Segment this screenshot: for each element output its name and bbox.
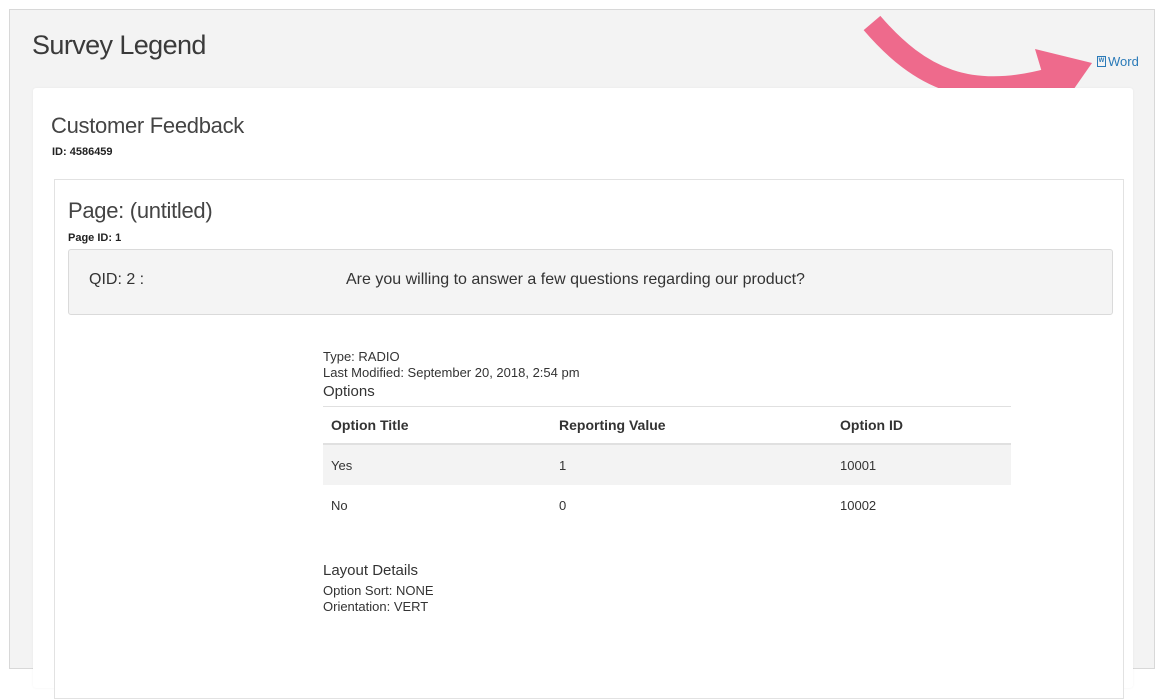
page-panel: Page: (untitled) Page ID: 1 QID: 2 : Are… — [54, 179, 1124, 699]
question-header: QID: 2 : Are you willing to answer a few… — [68, 249, 1113, 315]
survey-name: Customer Feedback — [51, 113, 244, 138]
options-heading: Options — [323, 383, 1011, 407]
options-table-header-row: Option Title Reporting Value Option ID — [323, 407, 1011, 445]
export-word-link[interactable]: W Word — [1097, 54, 1139, 69]
question-type: Type: RADIO — [323, 349, 400, 364]
reporting-value-cell: 0 — [559, 497, 567, 513]
table-row: No 0 10002 — [323, 485, 1011, 525]
survey-card: Customer Feedback ID: 4586459 Page: (unt… — [33, 88, 1133, 699]
survey-id: ID: 4586459 — [52, 146, 113, 158]
option-title-cell: No — [331, 497, 348, 513]
orientation: Orientation: VERT — [323, 599, 429, 614]
survey-legend-window: Survey Legend W Word Customer Feedback I… — [9, 9, 1155, 699]
option-id-cell: 10001 — [832, 444, 1011, 485]
column-header-option-title: Option Title — [323, 407, 551, 445]
page-title: Survey Legend — [32, 30, 206, 60]
question-text: Are you willing to answer a few question… — [346, 271, 805, 288]
question-last-modified: Last Modified: September 20, 2018, 2:54 … — [323, 365, 580, 380]
option-sort: Option Sort: NONE — [323, 583, 434, 598]
reporting-value-cell: 1 — [551, 444, 832, 485]
table-row: Yes 1 10001 — [323, 444, 1011, 485]
page-name: Page: (untitled) — [68, 198, 213, 223]
option-id-cell: 10002 — [840, 497, 877, 513]
export-word-label: Word — [1108, 54, 1139, 69]
page-id: Page ID: 1 — [68, 232, 122, 244]
question-id: QID: 2 : — [89, 271, 145, 288]
column-header-reporting-value: Reporting Value — [551, 407, 832, 445]
options-table: Option Title Reporting Value Option ID Y… — [323, 407, 1011, 525]
question-details: Type: RADIO Last Modified: September 20,… — [323, 349, 1011, 615]
column-header-option-id: Option ID — [832, 407, 1011, 445]
word-document-icon: W — [1097, 56, 1106, 67]
option-title-cell: Yes — [323, 444, 551, 485]
layout-details-heading: Layout Details — [323, 562, 419, 579]
